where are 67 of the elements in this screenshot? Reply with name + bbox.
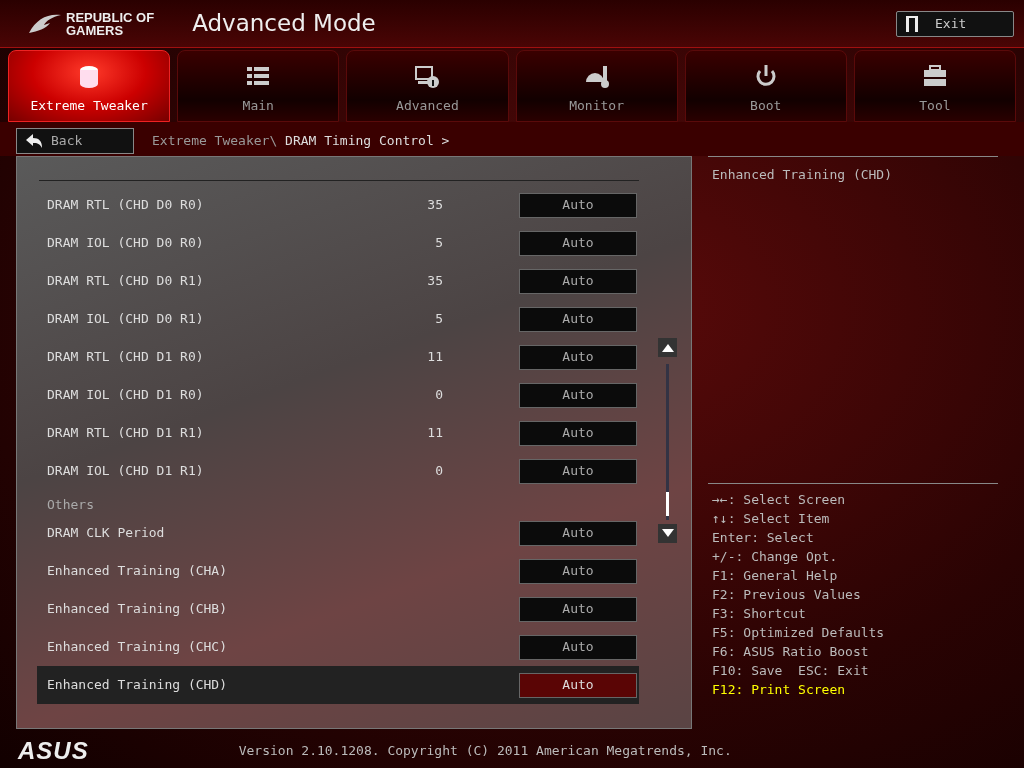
tab[interactable]: Extreme Tweaker <box>8 50 171 122</box>
key-hint: F2: Previous Values <box>712 587 861 602</box>
setting-value: 5 <box>434 310 443 329</box>
door-icon <box>905 14 919 33</box>
tab[interactable]: Tool <box>853 50 1017 122</box>
option-button[interactable]: Auto <box>519 344 637 370</box>
setting-label: DRAM RTL (CHD D1 R1) <box>47 424 205 443</box>
key-hint: Enter: Select <box>712 530 814 545</box>
setting-label: Enhanced Training (CHA) <box>47 562 228 581</box>
setting-label: Enhanced Training (CHC) <box>47 638 228 657</box>
setting-label: DRAM IOL (CHD D1 R1) <box>47 462 205 481</box>
logo-text: GAMERS <box>66 23 125 37</box>
help-description: Enhanced Training (CHD) <box>712 167 892 182</box>
exit-button[interactable]: Exit <box>896 10 1014 37</box>
setting-label: DRAM IOL (CHD D0 R0) <box>47 234 205 253</box>
setting-label: DRAM RTL (CHD D0 R1) <box>47 272 205 291</box>
version-text: Version 2.10.1208. Copyright (C) 2011 American Megatrends, Inc. <box>238 742 732 761</box>
key-hint: ↑↓: Select Item <box>712 511 830 526</box>
setting-label: DRAM CLK Period <box>47 524 166 543</box>
brand-logo: ASUS <box>18 736 89 766</box>
option-button[interactable]: Auto <box>519 306 637 332</box>
key-hint: +/-: Change Opt. <box>712 549 838 564</box>
setting-value: 11 <box>426 348 443 367</box>
setting-label: DRAM IOL (CHD D1 R0) <box>47 386 205 405</box>
key-hint: F5: Optimized Defaults <box>712 625 885 640</box>
logo-text: REPUBLIC OF <box>66 10 155 24</box>
section-heading: Others <box>47 497 94 512</box>
option-button[interactable]: Auto <box>519 634 637 660</box>
scrollbar[interactable] <box>658 338 678 544</box>
window-title: Advanced Mode <box>192 9 376 39</box>
option-button[interactable]: Auto <box>519 192 637 218</box>
option-button[interactable]: Auto <box>519 268 637 294</box>
setting-value: 11 <box>426 424 443 443</box>
setting-value: 0 <box>434 386 443 405</box>
option-button[interactable]: Auto <box>519 382 637 408</box>
key-hint: F12: Print Screen <box>712 682 846 697</box>
breadcrumb: Extreme Tweaker\ DRAM Timing Control > <box>152 132 450 151</box>
setting-label: Enhanced Training (CHD) <box>47 676 228 695</box>
setting-value: 35 <box>426 272 443 291</box>
monitor-info-icon <box>414 63 441 88</box>
tab[interactable]: Main <box>177 50 340 122</box>
back-button[interactable]: Back <box>16 128 134 154</box>
setting-value: 35 <box>426 196 443 215</box>
option-button[interactable]: Auto <box>519 458 637 484</box>
option-button[interactable]: Auto <box>519 596 637 622</box>
option-button[interactable]: Auto <box>519 520 637 546</box>
key-hint: F6: ASUS Ratio Boost <box>712 644 869 659</box>
option-button[interactable]: Auto <box>519 420 637 446</box>
key-hint: F1: General Help <box>712 568 838 583</box>
toolbox-icon <box>921 63 948 88</box>
setting-label: DRAM IOL (CHD D0 R1) <box>47 310 205 329</box>
gauge-thermometer-icon <box>583 63 610 88</box>
setting-label: Enhanced Training (CHB) <box>47 600 228 619</box>
setting-value: 5 <box>434 234 443 253</box>
key-hint: F10: Save ESC: Exit <box>712 663 869 678</box>
setting-label: DRAM RTL (CHD D1 R0) <box>47 348 205 367</box>
option-button[interactable]: Auto <box>519 672 637 698</box>
option-button[interactable]: Auto <box>519 558 637 584</box>
tab[interactable]: Advanced <box>346 50 509 122</box>
key-hint: F3: Shortcut <box>712 606 806 621</box>
tab[interactable]: Monitor <box>515 50 678 122</box>
setting-label: DRAM RTL (CHD D0 R0) <box>47 196 205 215</box>
back-arrow-icon <box>25 133 43 149</box>
option-button[interactable]: Auto <box>519 230 637 256</box>
tab[interactable]: Boot <box>684 50 847 122</box>
key-hint: →←: Select Screen <box>712 492 846 507</box>
setting-value: 0 <box>434 462 443 481</box>
